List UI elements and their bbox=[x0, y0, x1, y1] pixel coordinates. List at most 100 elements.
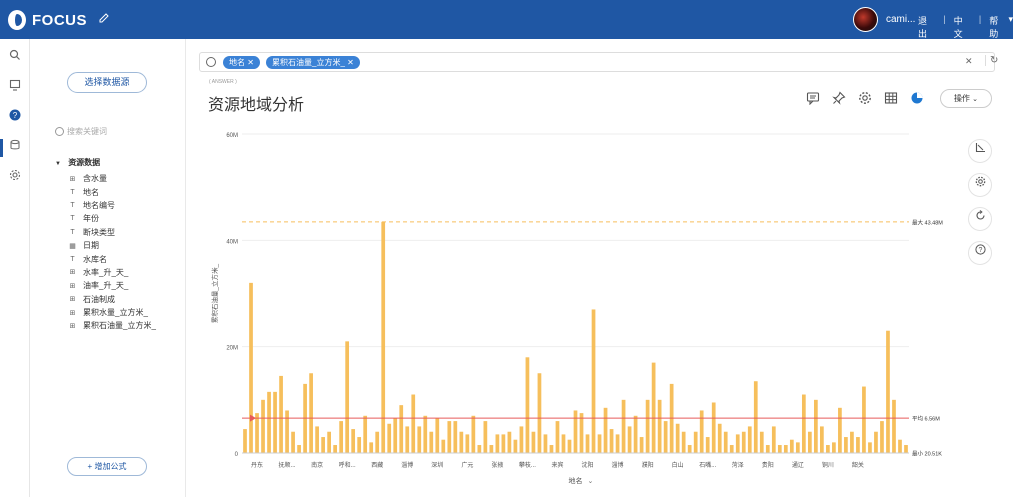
bar bbox=[904, 445, 908, 453]
bar bbox=[279, 375, 283, 453]
database-icon[interactable] bbox=[8, 139, 22, 153]
x-tick-label: 淄博 bbox=[401, 461, 413, 469]
measure-icon: ⊞ bbox=[69, 269, 76, 277]
x-tick-label: 沈阳 bbox=[582, 461, 594, 469]
settings-icon[interactable] bbox=[8, 169, 22, 183]
bar bbox=[465, 434, 470, 453]
x-tick-label: 攀枝... bbox=[519, 461, 536, 469]
caret-down-icon[interactable]: ▼ bbox=[55, 161, 61, 167]
x-tick-label: 石嘴... bbox=[699, 461, 716, 469]
gear-icon[interactable] bbox=[857, 91, 873, 107]
y-tick-label: 60M bbox=[226, 133, 238, 139]
refresh-icon[interactable]: ↻ bbox=[985, 55, 998, 66]
dashboard-icon[interactable] bbox=[8, 79, 22, 93]
field-item[interactable]: ⊞ 累积石油量_立方米_ bbox=[68, 319, 156, 332]
reference-line-label: 最小 20.51K bbox=[912, 449, 942, 457]
language-link[interactable]: 中文 bbox=[954, 14, 971, 40]
logout-link[interactable]: 退出 bbox=[918, 14, 935, 40]
logo[interactable]: FOCUS bbox=[8, 10, 87, 30]
user-name[interactable]: cami... bbox=[886, 14, 915, 25]
field-item[interactable]: ⊞ 油率_升_天_ bbox=[68, 279, 156, 292]
y-tick-label: 20M bbox=[226, 346, 238, 352]
field-item-label: 水库名 bbox=[83, 254, 107, 264]
bar-chart: 0 20M 40M 60M 累积石油量_立方米_ › 最大 43.48M 平均 6.56M 最小… bbox=[187, 119, 962, 497]
axis-icon[interactable] bbox=[968, 139, 992, 163]
field-item[interactable]: T 断块类型 bbox=[68, 226, 156, 239]
field-item[interactable]: ⊞ 石油制成 bbox=[68, 293, 156, 306]
help-link[interactable]: 帮助 bbox=[989, 14, 1006, 40]
bar bbox=[357, 437, 362, 453]
bar bbox=[507, 431, 512, 453]
bar bbox=[405, 426, 410, 453]
field-search-input[interactable]: 搜索关键词 bbox=[55, 123, 170, 139]
add-formula-button[interactable]: + 增加公式 bbox=[67, 457, 147, 476]
tree-root[interactable]: ▼ 资源数据 bbox=[55, 157, 100, 168]
bar bbox=[537, 373, 542, 453]
close-icon[interactable]: ✕ bbox=[347, 58, 354, 67]
bar bbox=[315, 426, 319, 453]
add-formula-label: 增加公式 bbox=[94, 462, 127, 471]
field-item[interactable]: T 地名 bbox=[68, 185, 156, 198]
bar bbox=[880, 421, 884, 453]
gear-icon[interactable] bbox=[968, 173, 992, 197]
field-item[interactable]: T 地名编号 bbox=[68, 199, 156, 212]
bar bbox=[783, 445, 788, 453]
field-item-label: 地名 bbox=[83, 187, 99, 197]
x-tick-label: 菏泽 bbox=[732, 461, 744, 469]
field-item-label: 日期 bbox=[83, 241, 99, 251]
reset-icon[interactable] bbox=[968, 207, 992, 231]
bar bbox=[495, 434, 500, 453]
bar bbox=[309, 373, 313, 453]
operations-button[interactable]: 操作 ⌄ bbox=[940, 89, 992, 108]
bar bbox=[850, 431, 854, 453]
bar bbox=[513, 439, 518, 453]
query-token-label: 累积石油量_立方米_ bbox=[272, 58, 345, 67]
measure-icon: ⊞ bbox=[69, 322, 76, 330]
query-bar[interactable]: 地名 ✕ 累积石油量_立方米_ ✕ ✕ ↻ bbox=[199, 52, 998, 72]
chart-type-icon[interactable] bbox=[909, 91, 925, 107]
field-item[interactable]: T 水库名 bbox=[68, 252, 156, 265]
clear-icon[interactable]: ✕ bbox=[965, 56, 973, 67]
select-datasource-button[interactable]: 选择数据源 bbox=[67, 72, 147, 93]
x-tick-label: 呼和... bbox=[339, 461, 356, 469]
field-item[interactable]: T 年份 bbox=[68, 212, 156, 225]
measure-icon: ⊞ bbox=[69, 282, 76, 290]
average-marker bbox=[250, 414, 256, 422]
bar bbox=[321, 437, 325, 453]
x-tick-label: 抚顺... bbox=[279, 461, 296, 469]
bar bbox=[441, 439, 446, 453]
logo-icon bbox=[8, 10, 26, 30]
search-icon[interactable] bbox=[8, 49, 22, 63]
bar bbox=[717, 423, 722, 453]
question-icon[interactable]: ? bbox=[8, 109, 22, 123]
x-tick-label: 来宾 bbox=[551, 461, 563, 469]
bar bbox=[243, 429, 247, 453]
avatar[interactable] bbox=[853, 7, 878, 32]
query-token[interactable]: 累积石油量_立方米_ ✕ bbox=[266, 56, 360, 69]
divider: | bbox=[943, 14, 946, 24]
top-links: 退出 | 中文 | 帮助 ▾ bbox=[918, 14, 1013, 40]
field-item[interactable]: ⊞ 含水量 bbox=[68, 172, 156, 185]
help-icon[interactable]: ? bbox=[968, 241, 992, 265]
measure-icon: ⊞ bbox=[69, 175, 76, 183]
field-item[interactable]: ▦ 日期 bbox=[68, 239, 156, 252]
table-icon[interactable] bbox=[883, 91, 899, 107]
comment-icon[interactable] bbox=[805, 91, 821, 107]
edit-icon[interactable] bbox=[99, 12, 109, 26]
bar bbox=[627, 426, 632, 453]
query-token[interactable]: 地名 ✕ bbox=[223, 56, 260, 69]
x-tick-label: 贵阳 bbox=[762, 461, 774, 469]
bar bbox=[609, 429, 614, 453]
bar bbox=[862, 386, 866, 453]
y-tick-label: 40M bbox=[226, 239, 238, 245]
chevron-down-icon[interactable]: ▾ bbox=[1008, 14, 1013, 40]
pin-icon[interactable] bbox=[831, 91, 847, 107]
field-item[interactable]: ⊞ 累积水量_立方米_ bbox=[68, 306, 156, 319]
field-item-label: 累积石油量_立方米_ bbox=[83, 321, 156, 331]
close-icon[interactable]: ✕ bbox=[247, 58, 254, 67]
bar bbox=[663, 421, 668, 453]
bar bbox=[795, 442, 800, 453]
bar bbox=[423, 415, 428, 453]
field-item[interactable]: ⊞ 水率_升_天_ bbox=[68, 266, 156, 279]
x-tick-label: 南京 bbox=[311, 461, 323, 469]
